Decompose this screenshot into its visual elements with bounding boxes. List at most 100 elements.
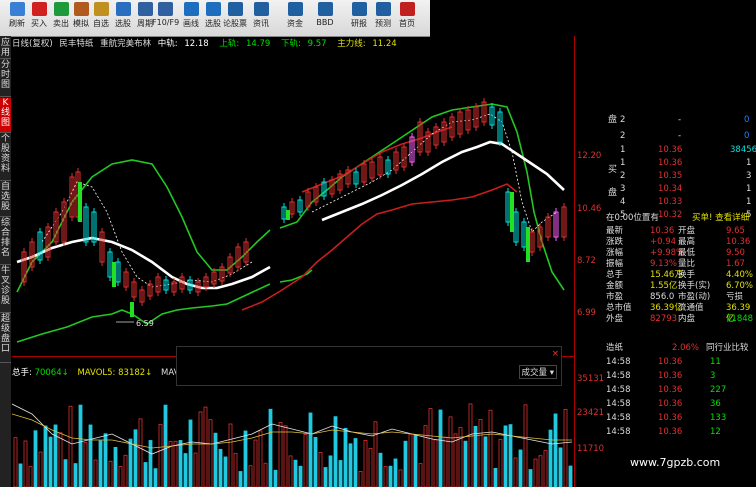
quote-cell: 2.06%	[672, 343, 700, 353]
toolbar-label: 首页	[399, 19, 415, 28]
volume-bar	[458, 427, 463, 487]
volume-bar	[493, 467, 498, 487]
toolbar-button-15[interactable]: 预测	[370, 2, 396, 34]
quote-cell: 36	[710, 399, 721, 409]
quote-cell: 10.36	[658, 427, 683, 437]
toolbar-button-16[interactable]: 首页	[394, 2, 420, 34]
quote-cell: 最低	[678, 248, 696, 258]
price-tick: 12.20	[577, 151, 602, 161]
toolbar-button-11[interactable]: 资讯	[248, 2, 274, 34]
toolbar-button-14[interactable]: 研报	[346, 2, 372, 34]
volume-bar	[228, 423, 233, 487]
volume-bar	[523, 404, 528, 487]
quote-cell: 4.40%	[726, 270, 754, 280]
left-tab-3[interactable]: 个股资料	[0, 134, 11, 181]
lower-red-line	[241, 183, 518, 311]
overlay-panel: × 成交量 ▾	[176, 346, 562, 386]
toolbar-button-10[interactable]: 论股票	[222, 2, 248, 34]
volume-bar	[378, 452, 383, 487]
tick-row: 14:58 10.36 11	[606, 357, 756, 368]
left-tab-5[interactable]: 综合排名	[0, 218, 11, 265]
quote-cell: 3	[746, 171, 752, 181]
volume-bar	[298, 465, 303, 487]
buy-icon	[31, 2, 47, 16]
quote-cell: 最新	[606, 226, 624, 236]
kline-chart[interactable]: 6.59	[12, 52, 574, 356]
candles-group	[21, 98, 567, 317]
left-tab-4[interactable]: 自选股	[0, 182, 11, 217]
quote-cell: 亏损	[726, 292, 744, 302]
volume-bar	[428, 408, 433, 487]
sell-row: 2 - 0	[606, 131, 756, 142]
quote-cell: 1.55亿	[650, 281, 678, 291]
volume-bar	[383, 466, 388, 487]
volume-bar	[553, 413, 558, 487]
quote-cell: 换手(实)	[678, 281, 711, 291]
volume-bar	[208, 419, 213, 487]
volume-bar	[183, 453, 188, 487]
volume-bar	[468, 403, 473, 487]
indicator-name[interactable]: 重航完美布林	[100, 39, 151, 49]
quote-cell: 6.70%	[726, 281, 754, 291]
discuss-icon	[227, 2, 243, 16]
volume-bar	[158, 423, 163, 487]
quote-cell: 12	[710, 427, 721, 437]
volume-bar	[538, 455, 543, 487]
quote-cell: 4	[620, 197, 626, 207]
volume-tick: 11710	[577, 444, 605, 454]
volume-bar	[68, 405, 73, 487]
volume-bar	[128, 438, 133, 487]
sell-row: 2 - 0	[606, 115, 756, 126]
quote-cell: 涨跌	[606, 237, 624, 247]
quote-cell: 量比	[678, 259, 696, 269]
quote-cell: +0.94	[650, 237, 677, 247]
quote-cell: 10.36	[658, 357, 683, 367]
toolbar-button-7[interactable]: F10/F9	[152, 2, 179, 34]
main-label: 主力线: 11.24	[337, 39, 397, 49]
toolbar-button-12[interactable]: 资金	[282, 2, 308, 34]
volume-label: 总手: 70064↓	[12, 368, 69, 378]
left-tab-6[interactable]: 牛叉诊股	[0, 266, 11, 313]
volume-bar	[293, 459, 298, 487]
toolbar-label: 选股	[205, 19, 221, 28]
volume-bar	[58, 432, 63, 487]
period-label[interactable]: 日线(复权)	[12, 39, 53, 49]
volume-bar	[198, 411, 203, 487]
toolbar-button-13[interactable]: BBD	[312, 2, 338, 34]
quote-cell: 227	[710, 385, 727, 395]
toolbar-label: 研报	[351, 19, 367, 28]
quote-cell: 最高	[678, 237, 696, 247]
left-tabs: 应用 分时图 K线图 个股资料 自选股 综合排名 牛叉诊股 超级盘口	[0, 36, 11, 487]
clock-icon	[137, 2, 153, 16]
close-icon[interactable]: ×	[551, 349, 559, 359]
quote-detail-row: 金额 1.55亿 换手(实) 6.70%	[606, 281, 756, 292]
candle-down	[78, 182, 82, 222]
left-tab-2[interactable]: K线图	[0, 98, 11, 133]
tick-row: 14:58 10.36 3	[606, 371, 756, 382]
quote-cell: 1	[746, 197, 752, 207]
quote-cell: 1	[746, 158, 752, 168]
tick-row: 14:58 10.36 12	[606, 427, 756, 438]
candle-down	[510, 192, 514, 232]
left-tab-7[interactable]: 超级盘口	[0, 314, 11, 363]
volume-bar	[253, 439, 258, 487]
volume-selector[interactable]: 成交量 ▾	[518, 365, 557, 379]
fund-icon	[287, 2, 303, 16]
volume-bar	[33, 430, 38, 487]
volume-bar	[168, 440, 173, 487]
volume-bar	[373, 421, 378, 487]
volume-bar	[438, 409, 443, 487]
volume-bar	[558, 447, 563, 487]
quote-cell: 10.36	[658, 385, 683, 395]
volume-bar	[478, 419, 483, 487]
volume-bar	[203, 406, 208, 487]
upper-band-line	[16, 103, 565, 293]
left-tab-0[interactable]: 应用	[0, 38, 11, 59]
quote-cell: 在0.00位置有	[606, 213, 659, 223]
quote-cell: 流通值	[678, 303, 704, 313]
volume-bar	[238, 471, 243, 487]
left-tab-1[interactable]: 分时图	[0, 60, 11, 97]
quote-cell: 14:58	[606, 413, 631, 423]
volume-bar	[118, 466, 123, 487]
volume-bar	[313, 437, 318, 487]
